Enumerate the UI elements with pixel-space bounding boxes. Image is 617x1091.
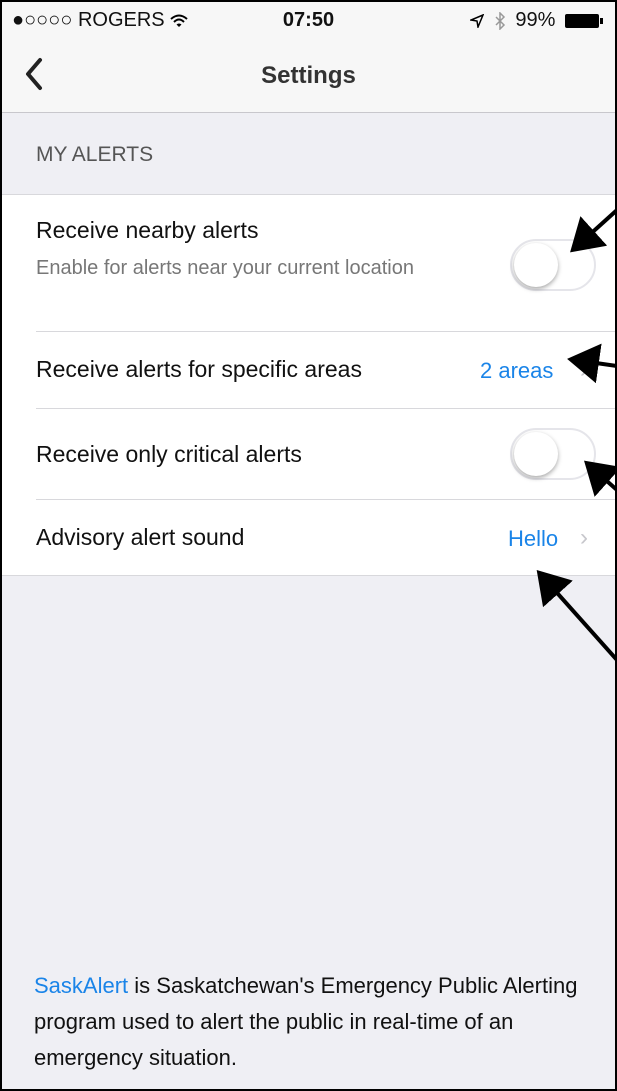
battery-percent: 99% — [515, 9, 556, 31]
nearby-alerts-description: Enable for alerts near your current loca… — [36, 257, 414, 279]
footer-description: SaskAlert is Saskatchewan's Emergency Pu… — [34, 968, 604, 1076]
status-right: 99% — [468, 9, 603, 32]
navigation-bar: Settings — [0, 40, 617, 113]
location-icon — [468, 9, 490, 31]
alert-sound-label: Advisory alert sound — [36, 524, 245, 550]
status-bar: ●○○○○ ROGERS 07:50 99% — [0, 0, 617, 40]
row-specific-areas[interactable]: Receive alerts for specific areas 2 area… — [0, 332, 617, 408]
specific-areas-label: Receive alerts for specific areas — [36, 356, 362, 382]
page-title: Settings — [261, 62, 356, 89]
specific-areas-value: 2 areas — [480, 358, 554, 383]
row-alert-sound[interactable]: Advisory alert sound Hello › — [0, 500, 617, 576]
row-critical-alerts: Receive only critical alerts — [0, 409, 617, 499]
section-header: MY ALERTS — [36, 143, 154, 166]
chevron-right-icon: › — [580, 524, 588, 551]
annotation-arrow — [536, 570, 617, 662]
chevron-right-icon: › — [580, 356, 588, 383]
toggle-knob — [514, 432, 558, 476]
battery-icon — [565, 13, 603, 28]
nearby-alerts-toggle[interactable] — [510, 239, 596, 291]
bluetooth-icon — [494, 9, 512, 31]
alerts-settings-group: Receive nearby alerts Enable for alerts … — [0, 194, 617, 576]
toggle-knob — [514, 243, 558, 287]
saskalert-link[interactable]: SaskAlert — [34, 973, 128, 998]
critical-alerts-toggle[interactable] — [510, 428, 596, 480]
nearby-alerts-label: Receive nearby alerts — [36, 217, 259, 243]
critical-alerts-label: Receive only critical alerts — [36, 441, 302, 467]
row-nearby-alerts: Receive nearby alerts Enable for alerts … — [0, 195, 617, 331]
alert-sound-value: Hello — [508, 526, 559, 551]
